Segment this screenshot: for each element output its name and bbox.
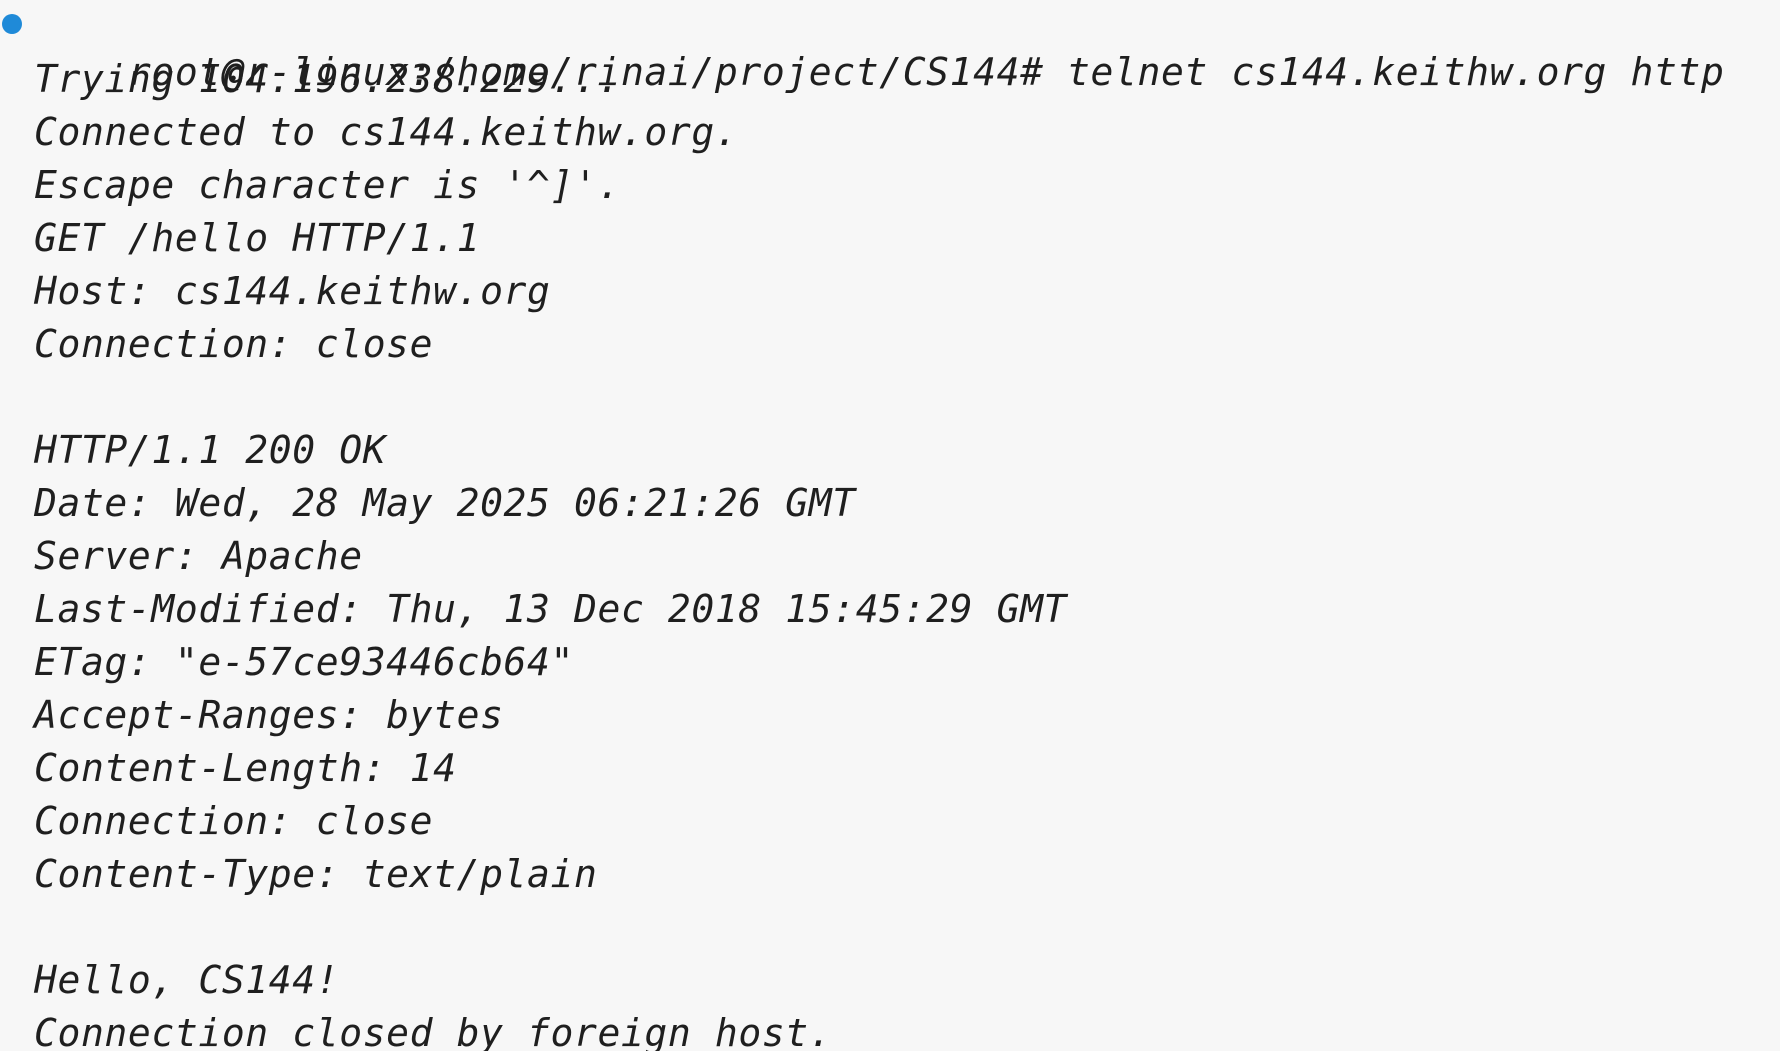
output-line: Connection: close — [34, 799, 434, 843]
output-line: Last-Modified: Thu, 13 Dec 2018 15:45:29… — [34, 587, 1068, 631]
output-line: ETag: "e-57ce93446cb64" — [34, 640, 574, 684]
terminal-output[interactable]: root@r-linux:/home/rinai/project/CS144# … — [0, 0, 1780, 1051]
output-line: GET /hello HTTP/1.1 — [34, 216, 481, 260]
output-line: Content-Type: text/plain — [34, 852, 598, 896]
output-line: Connection closed by foreign host. — [34, 1011, 833, 1051]
output-line: Escape character is '^]'. — [34, 163, 621, 207]
output-line: Connection: close — [34, 322, 434, 366]
output-line: Server: Apache — [34, 534, 363, 578]
command-status-dot-icon — [2, 14, 22, 34]
output-line: HTTP/1.1 200 OK — [34, 428, 387, 472]
output-line: Connected to cs144.keithw.org. — [34, 110, 739, 154]
output-line: Host: cs144.keithw.org — [34, 269, 551, 313]
output-line: Content-Length: 14 — [34, 746, 457, 790]
output-line: Hello, CS144! — [34, 958, 340, 1002]
output-line: Accept-Ranges: bytes — [34, 693, 504, 737]
output-line: Date: Wed, 28 May 2025 06:21:26 GMT — [34, 481, 856, 525]
command-line: root@r-linux:/home/rinai/project/CS144# … — [0, 0, 1780, 94]
output-line: Trying 104.196.238.229... — [34, 57, 621, 101]
